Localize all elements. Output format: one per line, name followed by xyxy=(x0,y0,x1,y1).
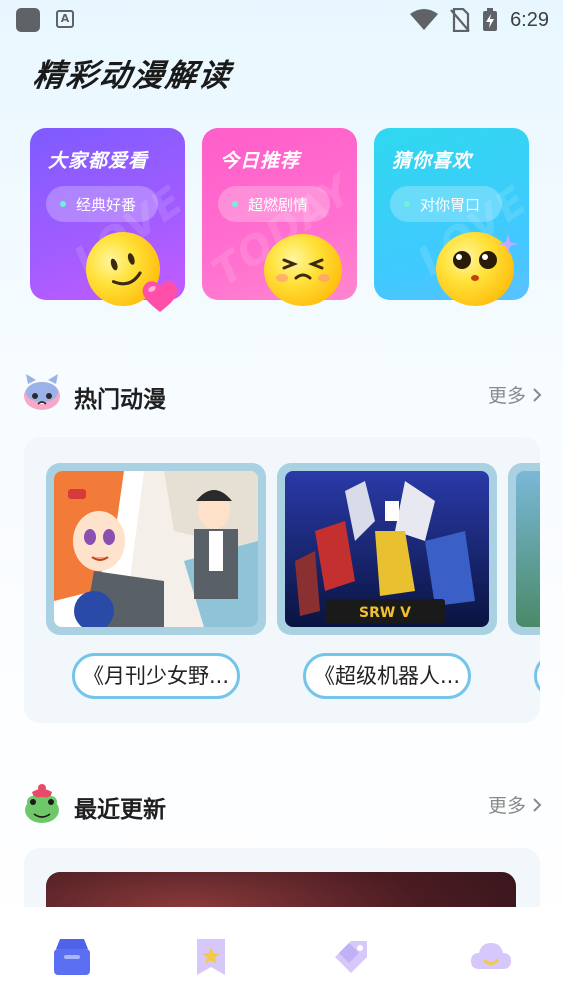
svg-text:SRW V: SRW V xyxy=(359,605,411,621)
more-label: 更多 xyxy=(487,795,526,817)
page-title: 精彩动漫解读 xyxy=(30,58,235,94)
category-title: 今日推荐 xyxy=(220,150,301,172)
battery-charging-icon xyxy=(483,8,498,31)
category-card-guess[interactable]: LOVE 猜你喜欢 对你胃口 xyxy=(374,128,529,306)
category-card-today[interactable]: TODAY 今日推荐 超燃剧情 xyxy=(202,128,357,306)
anime-title-pill[interactable]: 《超级机器人... xyxy=(303,653,471,699)
category-tag: 经典好番 xyxy=(46,186,158,222)
hot-anime-carousel[interactable]: 《月刊少女野... SRW V 《超级机器人... xyxy=(24,437,540,723)
blushing-emoji-icon xyxy=(264,234,342,306)
category-title: 猜你喜欢 xyxy=(392,150,473,172)
recent-more-link[interactable]: 更多 xyxy=(488,791,542,818)
category-card-popular[interactable]: LOVE 大家都爱看 经典好番 xyxy=(30,128,185,316)
section-title: 热门动漫 xyxy=(74,387,166,413)
app-notification-icon xyxy=(16,8,40,32)
cloud-icon[interactable] xyxy=(469,935,513,979)
anime-cover-image xyxy=(54,471,258,627)
section-title: 最近更新 xyxy=(74,797,166,823)
anime-title-pill[interactable] xyxy=(534,653,540,699)
anime-cover-image: SRW V xyxy=(285,471,489,627)
bottom-navigation xyxy=(0,907,563,1002)
wifi-icon xyxy=(410,9,439,30)
heart-icon xyxy=(142,281,178,312)
anime-card[interactable]: SRW V 《超级机器人... xyxy=(277,463,497,699)
clock: 6:29 xyxy=(510,8,549,31)
recent-section-header: 最近更新 更多 xyxy=(22,782,542,826)
status-bar: A 6:29 xyxy=(0,0,563,40)
home-box-icon[interactable] xyxy=(50,935,94,979)
hot-section-header: 热门动漫 更多 xyxy=(22,372,542,416)
chevron-right-icon xyxy=(533,797,542,812)
bookmark-star-icon[interactable] xyxy=(189,935,233,979)
more-label: 更多 xyxy=(487,385,526,407)
category-tag: 对你胃口 xyxy=(390,186,502,222)
category-title: 大家都爱看 xyxy=(48,150,149,172)
no-sim-icon xyxy=(450,8,470,32)
frog-mascot-icon xyxy=(25,784,59,823)
anime-card[interactable]: 《月刊少女野... xyxy=(46,463,266,699)
chevron-right-icon xyxy=(533,387,542,402)
cat-mascot-icon xyxy=(24,374,60,410)
tag-icon[interactable] xyxy=(329,935,373,979)
anime-cover-image xyxy=(516,471,540,627)
sparkle-icon xyxy=(498,234,518,254)
a-notification-icon: A xyxy=(56,10,74,28)
hot-more-link[interactable]: 更多 xyxy=(488,381,542,408)
category-tag: 超燃剧情 xyxy=(218,186,330,222)
anime-title-pill[interactable]: 《月刊少女野... xyxy=(72,653,240,699)
anime-card[interactable] xyxy=(508,463,540,699)
